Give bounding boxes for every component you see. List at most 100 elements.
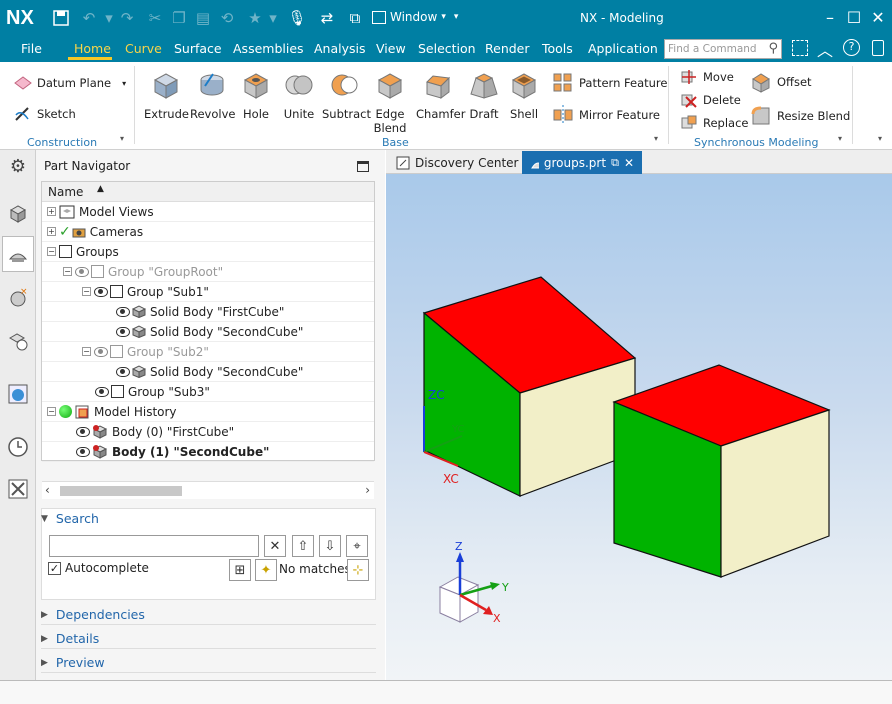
part-navigator-icon[interactable] bbox=[2, 236, 34, 272]
extrude-button[interactable]: Extrude bbox=[144, 68, 189, 121]
menu-render[interactable]: Render bbox=[485, 41, 530, 56]
favorites-star-icon[interactable]: ★ bbox=[246, 9, 264, 27]
sketch-button[interactable]: Sketch bbox=[14, 105, 76, 123]
graphics-window[interactable]: ZC YC XC Z Y X bbox=[386, 174, 892, 680]
tree-horizontal-scrollbar[interactable]: ‹ › bbox=[42, 481, 374, 499]
undo-dropdown-icon[interactable]: ▾ bbox=[100, 9, 118, 27]
search-section-header[interactable]: ▼ Search bbox=[41, 511, 376, 526]
subtract-button[interactable]: Subtract bbox=[322, 68, 371, 121]
hidden-eye-icon[interactable] bbox=[94, 346, 108, 357]
minimize-button[interactable]: – bbox=[820, 6, 840, 28]
find-previous-button[interactable]: ⇧ bbox=[292, 535, 314, 557]
scrollbar-thumb[interactable] bbox=[60, 486, 182, 496]
scroll-left-icon[interactable]: ‹ bbox=[45, 483, 50, 497]
panel-maximize-icon[interactable] bbox=[357, 161, 369, 172]
scroll-right-icon[interactable]: › bbox=[365, 483, 370, 497]
shell-button[interactable]: Shell bbox=[502, 68, 546, 121]
settings-gear-icon[interactable]: ⚙ bbox=[4, 152, 32, 180]
collapse-icon[interactable]: − bbox=[47, 247, 56, 256]
maximize-button[interactable]: ☐ bbox=[844, 6, 864, 28]
construction-more-icon[interactable]: ▾ bbox=[120, 134, 124, 143]
menu-tools[interactable]: Tools bbox=[542, 41, 573, 56]
menu-assemblies[interactable]: Assemblies bbox=[233, 41, 304, 56]
tree-row[interactable]: − Group "Sub2" bbox=[42, 342, 374, 362]
reuse-library-icon[interactable] bbox=[4, 327, 32, 355]
menu-application[interactable]: Application bbox=[588, 41, 658, 56]
favorites-dropdown-icon[interactable]: ▾ bbox=[264, 9, 282, 27]
visible-eye-icon[interactable] bbox=[116, 306, 130, 317]
expand-icon[interactable]: + bbox=[47, 227, 56, 236]
visible-eye-icon[interactable] bbox=[76, 446, 90, 457]
touch-mode-icon[interactable]: ⇄ bbox=[318, 9, 336, 27]
pattern-feature-button[interactable]: Pattern Feature bbox=[552, 72, 668, 94]
menu-surface[interactable]: Surface bbox=[174, 41, 222, 56]
tree-row[interactable]: − Groups bbox=[42, 242, 374, 262]
autocomplete-checkbox[interactable]: ✓ bbox=[48, 561, 61, 575]
tree-row[interactable]: Solid Body "SecondCube" bbox=[42, 322, 374, 342]
tree-row[interactable]: Body (0) "FirstCube" bbox=[42, 422, 374, 442]
window-menu[interactable]: Window ▾ ▾ bbox=[372, 10, 458, 24]
web-browser-icon[interactable] bbox=[4, 380, 32, 408]
unite-button[interactable]: Unite bbox=[277, 68, 321, 121]
sync-more-icon[interactable]: ▾ bbox=[838, 134, 842, 143]
draft-button[interactable]: Draft bbox=[462, 68, 506, 121]
chamfer-button[interactable]: Chamfer bbox=[416, 68, 465, 121]
edge-blend-button[interactable]: Edge Blend bbox=[368, 68, 412, 135]
base-more-icon[interactable]: ▾ bbox=[654, 134, 658, 143]
offset-region-button[interactable]: Offset bbox=[750, 71, 812, 93]
ribbon-options-icon[interactable]: ▾ bbox=[878, 134, 882, 143]
preview-section-header[interactable]: ▶ Preview bbox=[41, 655, 376, 670]
close-window-button[interactable]: ✕ bbox=[868, 6, 888, 28]
undo-icon[interactable]: ↶ bbox=[80, 9, 98, 27]
delete-face-button[interactable]: Delete bbox=[680, 91, 741, 109]
menu-home[interactable]: Home bbox=[74, 41, 111, 56]
save-icon[interactable] bbox=[52, 9, 70, 27]
constraint-navigator-icon[interactable]: × bbox=[4, 283, 32, 311]
name-column-header[interactable]: Name bbox=[48, 185, 83, 199]
menu-selection[interactable]: Selection bbox=[418, 41, 476, 56]
collapse-icon[interactable]: − bbox=[47, 407, 56, 416]
tree-row[interactable]: + ✓ Cameras bbox=[42, 222, 374, 242]
search-options-button[interactable]: ⌖ bbox=[346, 535, 368, 557]
dependencies-section-header[interactable]: ▶ Dependencies bbox=[41, 607, 376, 622]
microphone-icon[interactable]: 🎙 bbox=[287, 9, 306, 27]
menu-analysis[interactable]: Analysis bbox=[314, 41, 366, 56]
visible-eye-icon[interactable] bbox=[76, 426, 90, 437]
tree-row[interactable]: − Group "Sub1" bbox=[42, 282, 374, 302]
redo-icon[interactable]: ↷ bbox=[118, 9, 136, 27]
assembly-navigator-icon[interactable] bbox=[4, 199, 32, 227]
history-clock-icon[interactable] bbox=[4, 433, 32, 461]
tab-groups-prt[interactable]: groups.prt ⧉ ✕ bbox=[522, 151, 642, 174]
mirror-feature-button[interactable]: Mirror Feature bbox=[552, 104, 660, 126]
tree-row[interactable]: Body (1) "SecondCube" bbox=[42, 442, 374, 462]
customize-quick-access-icon[interactable]: ▾ bbox=[454, 12, 459, 22]
cut-icon[interactable]: ✂ bbox=[146, 9, 164, 27]
paste-icon[interactable]: ▤ bbox=[194, 9, 212, 27]
close-tab-icon[interactable]: ✕ bbox=[624, 156, 634, 170]
hidden-eye-icon[interactable] bbox=[75, 266, 89, 277]
details-section-header[interactable]: ▶ Details bbox=[41, 631, 376, 646]
switch-window-icon[interactable]: ⧉ bbox=[346, 9, 364, 27]
search-highlight-button[interactable]: ✦ bbox=[255, 559, 277, 581]
tree-row[interactable]: Solid Body "SecondCube" bbox=[42, 362, 374, 382]
help-icon[interactable]: ? bbox=[843, 39, 860, 56]
replace-face-button[interactable]: Replace bbox=[680, 114, 749, 132]
visible-eye-icon[interactable] bbox=[94, 286, 108, 297]
collapse-icon[interactable]: − bbox=[82, 287, 91, 296]
menu-curve[interactable]: Curve bbox=[125, 41, 162, 56]
select-matches-button[interactable]: ⊹ bbox=[347, 559, 369, 581]
copy-icon[interactable]: ❐ bbox=[170, 9, 188, 27]
datum-plane-dropdown-icon[interactable]: ▾ bbox=[122, 79, 126, 88]
visible-eye-icon[interactable] bbox=[116, 326, 130, 337]
collapse-ribbon-icon[interactable]: ︿ bbox=[817, 37, 833, 61]
resize-blend-button[interactable]: Resize Blend bbox=[750, 105, 850, 127]
expand-icon[interactable]: + bbox=[47, 207, 56, 216]
search-filter-button[interactable]: ⊞ bbox=[229, 559, 251, 581]
find-next-button[interactable]: ⇩ bbox=[319, 535, 341, 557]
visible-eye-icon[interactable] bbox=[116, 366, 130, 377]
clear-search-button[interactable]: ✕ bbox=[264, 535, 286, 557]
navigator-search-input[interactable] bbox=[49, 535, 259, 557]
hole-button[interactable]: Hole bbox=[234, 68, 278, 121]
repeat-command-icon[interactable]: ⟲ bbox=[218, 9, 236, 27]
tree-row[interactable]: + Model Views bbox=[42, 202, 374, 222]
